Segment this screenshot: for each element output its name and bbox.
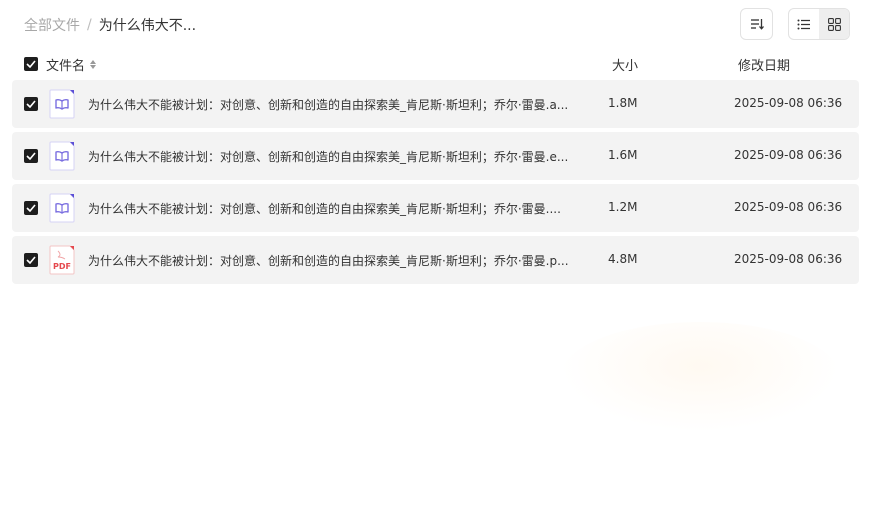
file-name[interactable]: 为什么伟大不能被计划：对创意、创新和创造的自由探索美_肯尼斯·斯坦利；乔尔·雷曼… [88,148,568,165]
file-row[interactable]: 为什么伟大不能被计划：对创意、创新和创造的自由探索美_肯尼斯·斯坦利；乔尔·雷曼… [12,132,859,180]
ebook-icon [49,89,75,119]
row-checkbox[interactable] [24,97,38,111]
list-view-icon [797,19,810,29]
row-checkbox[interactable] [24,149,38,163]
sort-arrows-icon [90,60,97,69]
pdf-icon-label: PDF [53,262,71,271]
file-list: 为什么伟大不能被计划：对创意、创新和创造的自由探索美_肯尼斯·斯坦利；乔尔·雷曼… [12,80,859,288]
pdf-icon: PDF [49,245,75,275]
select-all-checkbox[interactable] [24,57,38,71]
sort-button[interactable] [740,8,773,40]
checkmark-icon [26,60,36,68]
column-header-name[interactable]: 文件名 [46,55,97,74]
breadcrumb-separator: / [87,17,92,33]
checkmark-icon [26,100,36,108]
breadcrumb-root-link[interactable]: 全部文件 [24,15,80,35]
checkmark-icon [26,256,36,264]
file-modified-date: 2025-09-08 06:36 [734,148,843,162]
grid-view-button[interactable] [819,9,849,39]
file-size: 1.6M [608,148,638,162]
file-modified-date: 2025-09-08 06:36 [734,96,843,110]
ebook-icon [49,193,75,223]
list-view-button[interactable] [789,9,819,39]
column-header-name-label: 文件名 [46,59,86,74]
checkmark-icon [26,152,36,160]
column-header-modified: 修改日期 [738,59,791,74]
column-header-size: 大小 [612,59,639,74]
row-checkbox[interactable] [24,253,38,267]
file-list-header: 文件名 大小 修改日期 [12,52,859,76]
breadcrumb-current-folder: 为什么伟大不... [98,18,197,34]
view-mode-toggle [788,8,850,40]
checkmark-icon [26,204,36,212]
file-name[interactable]: 为什么伟大不能被计划：对创意、创新和创造的自由探索美_肯尼斯·斯坦利；乔尔·雷曼… [88,96,568,113]
file-row[interactable]: 为什么伟大不能被计划：对创意、创新和创造的自由探索美_肯尼斯·斯坦利；乔尔·雷曼… [12,80,859,128]
background-glow [560,322,840,432]
file-name[interactable]: 为什么伟大不能被计划：对创意、创新和创造的自由探索美_肯尼斯·斯坦利；乔尔·雷曼… [88,252,568,269]
ebook-icon [49,141,75,171]
breadcrumb: 全部文件 / 为什么伟大不... [24,15,196,35]
top-bar: 全部文件 / 为什么伟大不... [0,0,874,48]
file-size: 1.2M [608,200,638,214]
file-name[interactable]: 为什么伟大不能被计划：对创意、创新和创造的自由探索美_肯尼斯·斯坦利；乔尔·雷曼… [88,200,568,217]
file-row[interactable]: PDF 为什么伟大不能被计划：对创意、创新和创造的自由探索美_肯尼斯·斯坦利；乔… [12,236,859,284]
row-checkbox[interactable] [24,201,38,215]
grid-view-icon [827,17,841,31]
sort-icon [750,19,764,30]
file-modified-date: 2025-09-08 06:36 [734,200,843,214]
file-size: 1.8M [608,96,638,110]
file-row[interactable]: 为什么伟大不能被计划：对创意、创新和创造的自由探索美_肯尼斯·斯坦利；乔尔·雷曼… [12,184,859,232]
file-modified-date: 2025-09-08 06:36 [734,252,843,266]
file-size: 4.8M [608,252,638,266]
